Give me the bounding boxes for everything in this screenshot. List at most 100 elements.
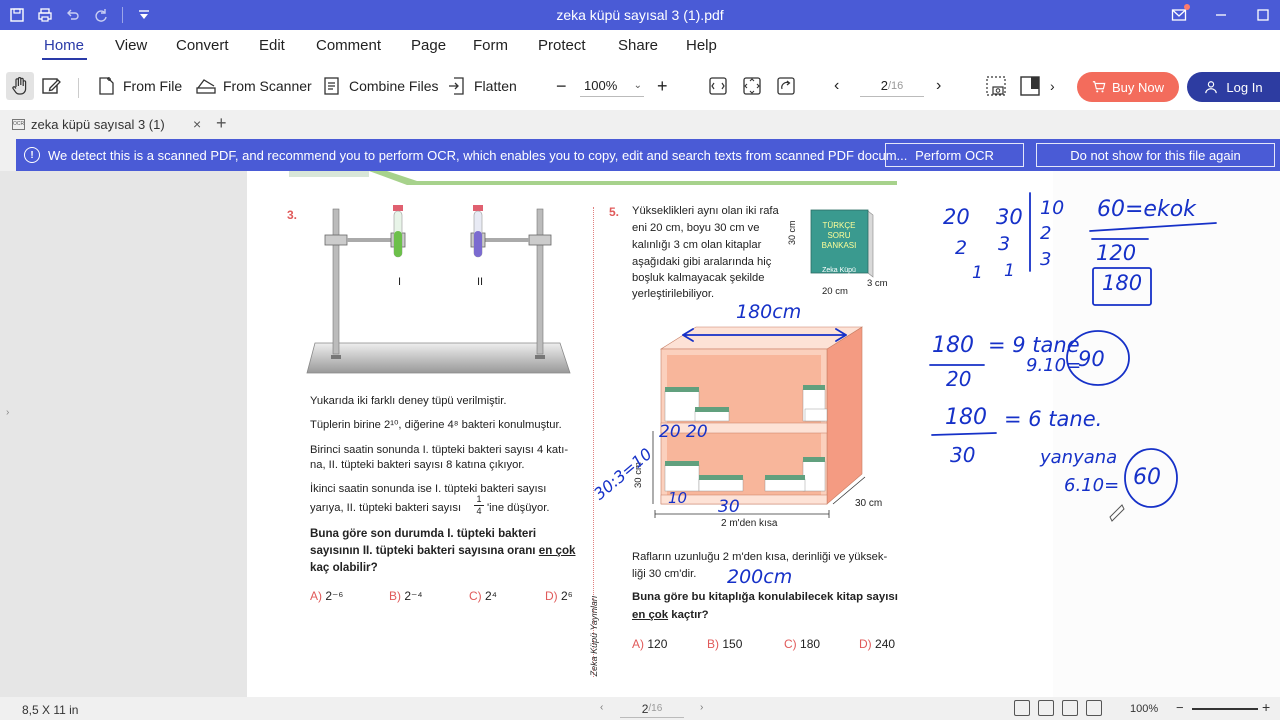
snapshot-button[interactable] [985, 72, 1007, 100]
buy-now-label: Buy Now [1111, 79, 1165, 95]
reading-mode-button[interactable] [1019, 72, 1041, 100]
zoom-select[interactable]: 100% ⌄ [580, 75, 644, 97]
previous-page-icon[interactable]: ‹ [600, 702, 603, 713]
question-5-text: Rafların uzunluğu 2 m'den kısa, derinliğ… [632, 551, 888, 563]
document-tab[interactable]: OCR zeka küpü sayısal 3 (1) × [0, 112, 208, 136]
fraction: 1 4 [474, 494, 484, 517]
handwritten-annotation: 180cm [736, 301, 802, 323]
quick-access-toolbar [6, 4, 155, 26]
book-depth-label: 3 cm [867, 278, 888, 289]
print-icon[interactable] [34, 4, 56, 26]
total-pages: /16 [648, 703, 663, 714]
handwritten-annotation: 30 [718, 497, 740, 517]
option-value: 2⁴ [485, 589, 497, 603]
handwritten-annotation: 180 [1102, 271, 1143, 295]
from-scanner-button[interactable]: From Scanner [195, 72, 312, 100]
menu-form[interactable]: Form [473, 37, 508, 54]
q5-option-a[interactable]: A) 120 [632, 637, 667, 651]
menu-convert[interactable]: Convert [176, 37, 229, 54]
menu-home[interactable]: Home [44, 37, 84, 54]
menu-edit[interactable]: Edit [259, 37, 285, 54]
close-tab-icon[interactable]: × [193, 116, 201, 132]
zoom-slider[interactable] [1192, 708, 1258, 710]
handwritten-annotation: 60=ekok [1097, 197, 1196, 222]
question-3-text: İkinci saatin sonunda ise I. tüpteki bak… [310, 483, 547, 495]
perform-ocr-button[interactable]: Perform OCR [885, 143, 1024, 167]
shelf-length-label: 2 m'den kısa [721, 518, 778, 529]
page-number-input[interactable]: 2 /16 [860, 75, 924, 97]
q5-option-b[interactable]: B) 150 [707, 637, 742, 651]
q3-option-c[interactable]: C) 2⁴ [469, 589, 497, 603]
new-tab-icon[interactable]: + [216, 113, 227, 134]
current-page: 2 [880, 78, 888, 93]
handwritten-annotation: 10 [668, 489, 688, 507]
fit-width-button[interactable] [707, 72, 729, 100]
more-tools-chevron-icon[interactable]: › [1050, 72, 1055, 100]
previous-page-button[interactable]: ‹ [834, 72, 839, 100]
save-icon[interactable] [6, 4, 28, 26]
option-value: 120 [647, 637, 668, 651]
chevron-down-icon: ⌄ [633, 80, 642, 91]
two-page-continuous-view-icon[interactable] [1086, 700, 1102, 716]
redo-icon[interactable] [90, 4, 112, 26]
question-3-text: yarıya, II. tüpteki bakteri sayısı [310, 502, 462, 514]
handwritten-annotation: 1 [972, 263, 983, 283]
continuous-view-icon[interactable] [1038, 700, 1054, 716]
log-in-button[interactable]: Log In [1187, 72, 1280, 102]
option-value: 240 [875, 637, 896, 651]
next-page-icon[interactable]: › [700, 702, 703, 713]
option-value: 2⁻⁴ [404, 589, 423, 603]
q3-option-b[interactable]: B) 2⁻⁴ [389, 589, 423, 603]
undo-icon[interactable] [62, 4, 84, 26]
menu-view[interactable]: View [115, 37, 147, 54]
status-page-input[interactable]: 2 /16 [620, 700, 684, 718]
total-pages: /16 [887, 79, 904, 92]
book-width-label: 20 cm [822, 286, 848, 297]
handwritten-annotation: 20 [943, 205, 970, 229]
rotate-button[interactable] [775, 72, 797, 100]
question-5-text: yerleştirilebiliyor. [632, 288, 715, 300]
zoom-in-icon[interactable]: + [1262, 699, 1270, 715]
zoom-out-icon[interactable]: − [1176, 700, 1184, 715]
option-value: 2⁶ [561, 589, 573, 603]
zoom-out-button[interactable]: − [556, 72, 567, 100]
q3-option-a[interactable]: A) 2⁻⁶ [310, 589, 343, 603]
next-page-button[interactable]: › [936, 72, 941, 100]
q5-option-c[interactable]: C) 180 [784, 637, 820, 651]
zoom-in-button[interactable]: + [657, 72, 668, 100]
question-3-number: 3. [287, 208, 298, 222]
two-page-view-icon[interactable] [1062, 700, 1078, 716]
handwritten-annotation: 30 [950, 443, 976, 467]
question-3-emphasis: en çok [538, 544, 576, 557]
question-5-text: boşluk kalmayacak şekilde [632, 272, 765, 284]
fit-page-button[interactable] [741, 72, 763, 100]
test-tube-illustration [306, 205, 571, 374]
question-3-prompt: Buna göre son durumda I. tüpteki bakteri [310, 527, 537, 540]
single-page-view-icon[interactable] [1014, 700, 1030, 716]
sidebar-expand-icon[interactable]: › [6, 407, 9, 418]
menu-page[interactable]: Page [411, 37, 446, 54]
buy-now-button[interactable]: Buy Now [1077, 72, 1179, 102]
flatten-button[interactable]: Flatten [446, 72, 517, 100]
edit-tool-button[interactable] [40, 72, 62, 100]
do-not-show-button[interactable]: Do not show for this file again [1036, 143, 1275, 167]
menu-help[interactable]: Help [686, 37, 717, 54]
handwritten-annotation: 180 [932, 333, 974, 358]
menu-protect[interactable]: Protect [538, 37, 586, 54]
customize-dropdown-icon[interactable] [133, 4, 155, 26]
snapshot-icon [986, 76, 1006, 96]
document-workspace[interactable]: › 3. I II Yukarıda iki farklı deney tüpü… [0, 171, 1280, 697]
rotate-icon [777, 77, 795, 95]
q3-option-d[interactable]: D) 2⁶ [545, 589, 573, 603]
minimize-icon[interactable] [1210, 4, 1232, 26]
menu-share[interactable]: Share [618, 37, 658, 54]
menu-comment[interactable]: Comment [316, 37, 381, 54]
q5-option-d[interactable]: D) 240 [859, 637, 895, 651]
from-file-button[interactable]: From File [95, 72, 182, 100]
book-title: TÜRKÇE SORU BANKASI [812, 221, 866, 251]
hand-tool-button[interactable] [6, 72, 34, 100]
maximize-icon[interactable] [1252, 4, 1274, 26]
fit-width-icon [709, 77, 727, 95]
mail-icon[interactable] [1168, 4, 1190, 26]
combine-files-button[interactable]: Combine Files [321, 72, 438, 100]
